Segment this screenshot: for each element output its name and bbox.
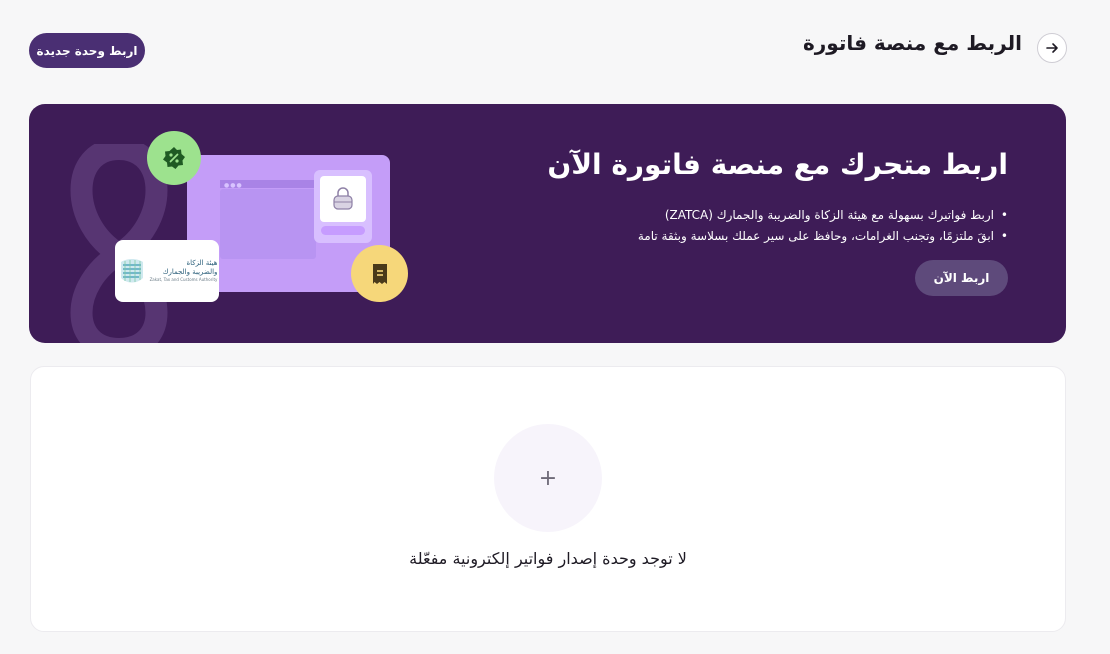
arrow-right-icon (1046, 43, 1058, 53)
zatca-logo-line2: والضريبة والجمارك (162, 268, 218, 276)
connect-now-button[interactable]: اربط الآن (915, 260, 1008, 296)
receipt-icon (372, 263, 387, 284)
receipt-badge (351, 245, 408, 302)
percent-badge-icon (163, 147, 185, 169)
add-new-unit-button[interactable]: اربط وحدة جديدة (29, 33, 145, 68)
banner-bullet-list: اربط فواتيرك بسهولة مع هيئة الزكاة والضر… (638, 205, 1008, 247)
banner-title: اربط متجرك مع منصة فاتورة الآن (547, 148, 1008, 181)
page-title: الربط مع منصة فاتورة (802, 31, 1022, 55)
zatca-logo-line1: هيئة الزكاة (186, 259, 218, 267)
discount-badge (147, 131, 201, 185)
illustration-product-card (314, 170, 372, 243)
banner-bullet-item: ابقَ ملتزمًا، وتجنب الغرامات، وحافظ على … (638, 226, 1008, 247)
empty-state-message: لا توجد وحدة إصدار فواتير إلكترونية مفعّ… (409, 549, 687, 568)
add-unit-circle-button[interactable]: + (494, 424, 602, 532)
empty-state-panel: + لا توجد وحدة إصدار فواتير إلكترونية مف… (30, 366, 1066, 632)
zatca-logo-card: هيئة الزكاة والضريبة والجمارك Zakat, Tax… (115, 240, 219, 302)
banner-bullet-item: اربط فواتيرك بسهولة مع هيئة الزكاة والضر… (638, 205, 1008, 226)
promo-banner: ●●● هيئة الزكاة والضريبة والجمارك Zakat,… (29, 104, 1066, 343)
back-button[interactable] (1037, 33, 1067, 63)
page: الربط مع منصة فاتورة اربط وحدة جديدة ●●● (0, 0, 1110, 654)
plus-icon: + (538, 465, 558, 491)
zatca-logo-line3: Zakat, Tax and Customs Authority (149, 277, 218, 282)
zatca-logo-icon (120, 259, 143, 283)
handbag-icon (333, 187, 353, 210)
